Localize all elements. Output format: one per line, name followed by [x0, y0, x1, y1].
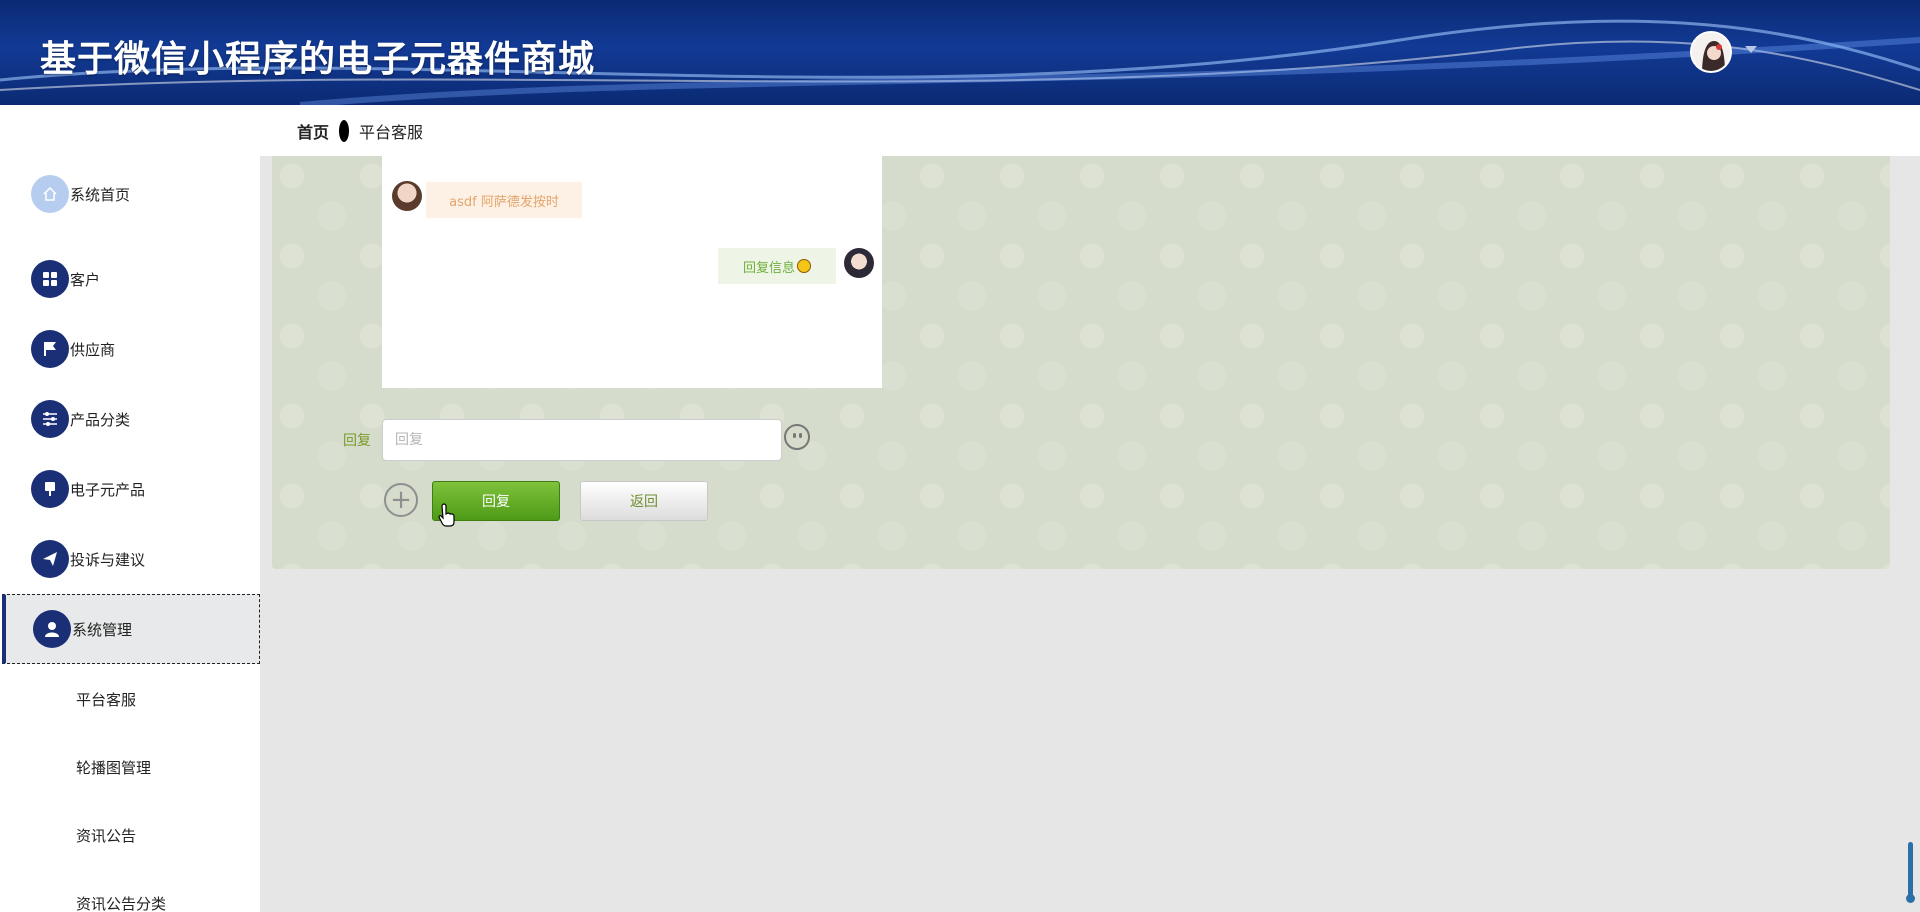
app-title: 基于微信小程序的电子元器件商城 — [40, 39, 596, 80]
component-icon — [31, 470, 69, 508]
sliders-icon — [31, 400, 69, 438]
breadcrumb-current: 平台客服 — [359, 122, 424, 142]
admin-avatar — [844, 248, 874, 278]
customer-avatar — [392, 181, 422, 211]
reply-label: 回复 — [343, 433, 371, 449]
sidebar-item-product-categories[interactable]: 产品分类 — [0, 384, 260, 454]
sidebar-item-complaints[interactable]: 投诉与建议 — [0, 524, 260, 594]
chat-message-outgoing: 回复信息 — [718, 248, 836, 284]
sidebar-subitem-customer-service[interactable]: 平台客服 — [76, 689, 136, 710]
sidebar-item-suppliers[interactable]: 供应商 — [0, 314, 260, 384]
breadcrumb-separator-icon — [339, 119, 350, 142]
sidebar-subitem-news[interactable]: 资讯公告 — [76, 825, 136, 846]
app-header: 基于微信小程序的电子元器件商城 — [0, 0, 1920, 105]
hand-cursor-icon — [438, 503, 455, 527]
flag-icon — [31, 330, 69, 368]
sidebar-item-system-management[interactable]: 系统管理 — [2, 594, 260, 664]
chat-panel: asdf 阿萨德发按时 回复信息 回复 + 回复 返回 — [272, 156, 1890, 569]
sidebar-item-customers[interactable]: 客户 — [0, 244, 260, 314]
back-button[interactable]: 返回 — [580, 481, 708, 521]
chat-history[interactable]: asdf 阿萨德发按时 回复信息 — [382, 156, 882, 388]
sidebar-item-label: 系统首页 — [70, 185, 131, 204]
chat-message-incoming: asdf 阿萨德发按时 — [426, 182, 582, 218]
smiley-emoji-icon — [797, 259, 811, 273]
sidebar-subitem-news-category[interactable]: 资讯公告分类 — [76, 893, 166, 912]
sidebar-item-label: 电子元产品 — [70, 480, 146, 499]
user-icon — [33, 610, 71, 648]
add-attachment-icon[interactable]: + — [384, 483, 418, 517]
emoji-picker-icon[interactable] — [784, 424, 810, 450]
user-menu-caret-icon[interactable] — [1745, 46, 1757, 53]
scroll-indicator[interactable] — [1906, 842, 1915, 903]
breadcrumb: 首页 平台客服 — [260, 105, 1920, 156]
sidebar-item-label: 投诉与建议 — [70, 550, 146, 569]
breadcrumb-home[interactable]: 首页 — [297, 119, 329, 143]
user-avatar[interactable] — [1690, 31, 1732, 73]
sidebar-item-electronic-products[interactable]: 电子元产品 — [0, 454, 260, 524]
sidebar-item-label: 客户 — [70, 270, 101, 289]
send-icon — [31, 540, 69, 578]
sidebar-subitem-carousel[interactable]: 轮播图管理 — [76, 757, 151, 778]
home-icon — [31, 175, 69, 213]
sidebar-item-home[interactable]: 系统首页 — [0, 159, 260, 229]
sidebar-item-label: 系统管理 — [72, 620, 133, 639]
sidebar-item-label: 供应商 — [70, 340, 116, 359]
chat-message-text: 回复信息 — [742, 260, 795, 276]
sidebar: 系统首页 客户 供应商 产品分类 电子元产品 投诉与建议 系统管理 平台客服 轮… — [0, 105, 260, 912]
reply-input[interactable] — [382, 419, 782, 461]
grid-icon — [31, 260, 69, 298]
sidebar-item-label: 产品分类 — [70, 410, 131, 429]
